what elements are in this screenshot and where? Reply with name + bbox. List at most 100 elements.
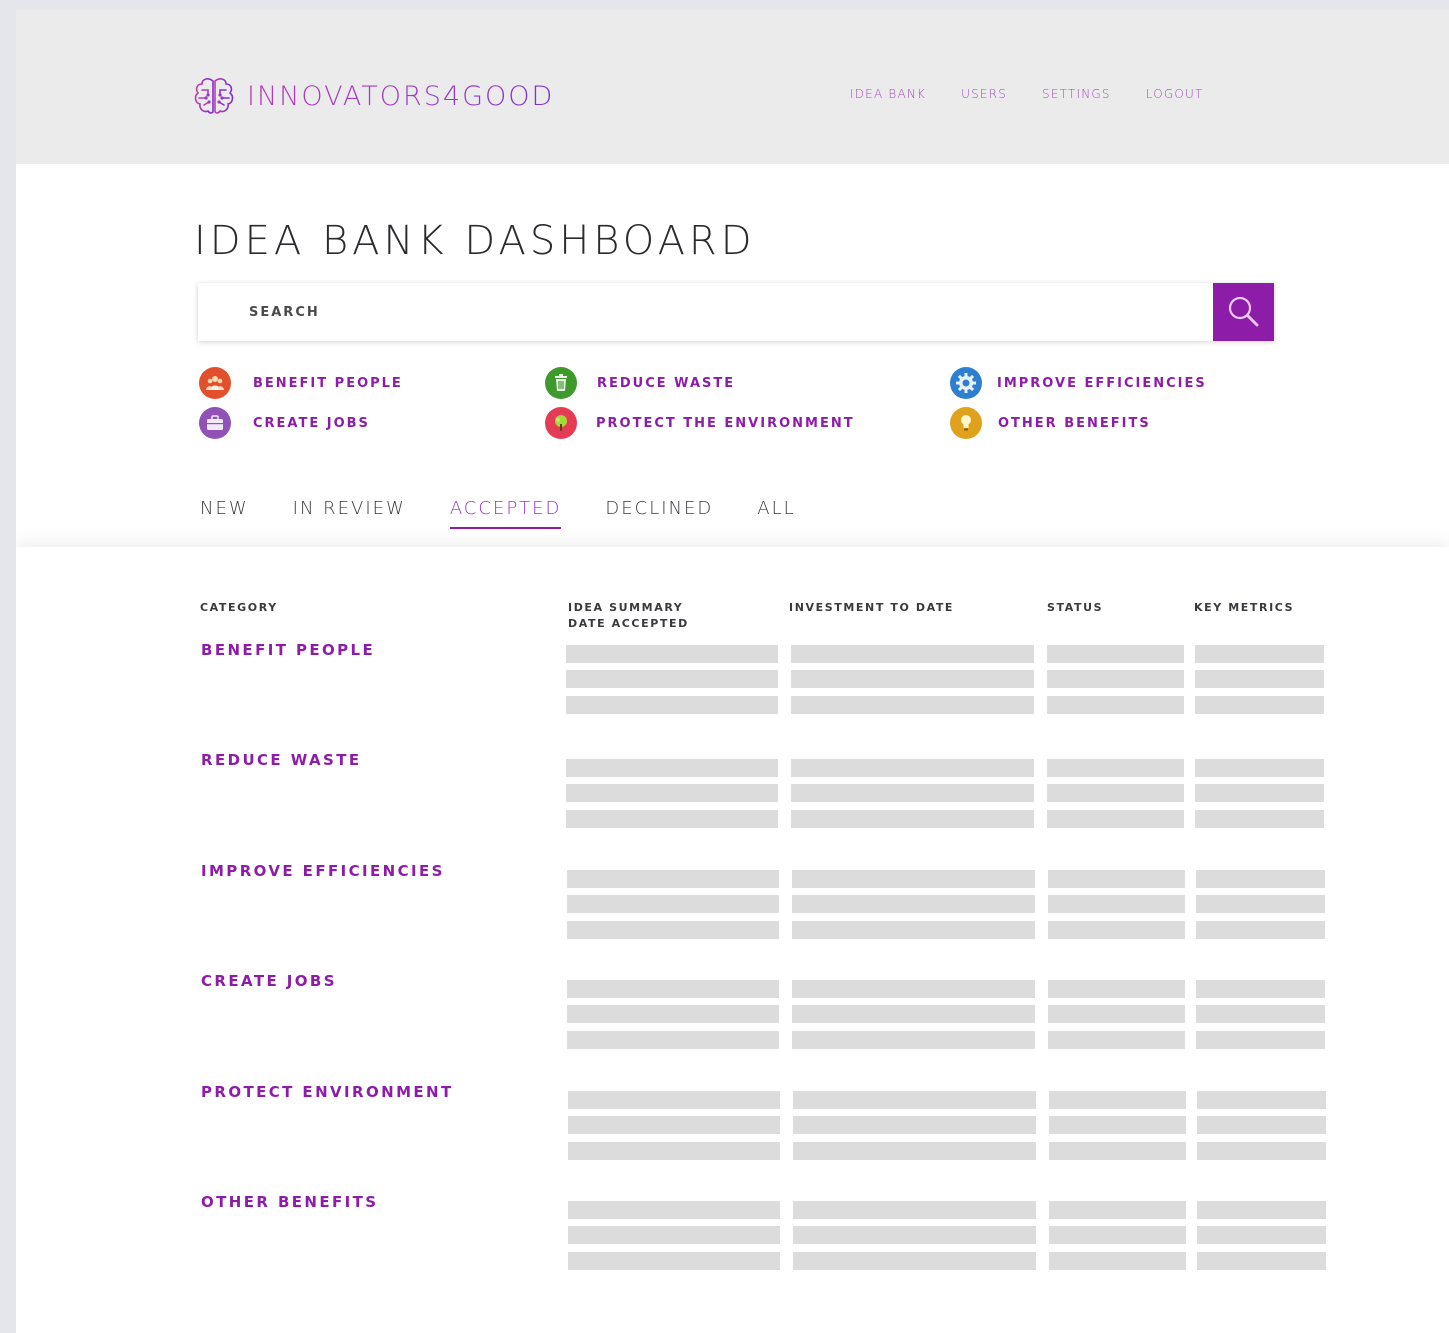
placeholder-cell bbox=[566, 784, 778, 803]
filter-other-benefits[interactable]: OTHER BENEFITS bbox=[950, 407, 1151, 439]
category-label-improve-efficiencies[interactable]: IMPROVE EFFICIENCIES bbox=[201, 862, 445, 880]
placeholder-cell bbox=[791, 810, 1034, 829]
placeholder-cell bbox=[792, 1005, 1035, 1024]
tab-in-review[interactable]: IN REVIEW bbox=[293, 498, 406, 529]
legend-label-other-benefits: OTHER BENEFITS bbox=[998, 415, 1151, 431]
placeholder-cell bbox=[1195, 759, 1324, 778]
placeholder-cell bbox=[1197, 1252, 1326, 1270]
placeholder-cell bbox=[793, 1252, 1036, 1270]
placeholder-cell bbox=[568, 1115, 780, 1134]
brand-logo[interactable]: INNOVATORS4GOOD bbox=[193, 76, 554, 116]
nav-users[interactable]: USERS bbox=[961, 87, 1007, 101]
placeholder-cell bbox=[1197, 1226, 1326, 1244]
placeholder-cell bbox=[1047, 784, 1184, 803]
nav-idea-bank[interactable]: IDEA BANK bbox=[850, 87, 926, 101]
placeholder-cell bbox=[567, 980, 779, 999]
legend-label-protect-environment: PROTECT THE ENVIRONMENT bbox=[596, 415, 855, 431]
brain-icon bbox=[194, 78, 234, 114]
tree-icon bbox=[545, 407, 577, 439]
tab-new[interactable]: NEW bbox=[200, 498, 249, 529]
lightbulb-icon bbox=[950, 407, 982, 439]
column-header-idea-summary-line1: IDEA SUMMARY bbox=[568, 601, 684, 614]
placeholder-cell bbox=[1197, 1141, 1326, 1160]
filter-benefit-people[interactable]: BENEFIT PEOPLE bbox=[199, 367, 403, 399]
nav-logout[interactable]: LOGOUT bbox=[1146, 87, 1204, 101]
top-nav: IDEA BANK USERS SETTINGS LOGOUT bbox=[850, 87, 1239, 101]
gear-icon bbox=[950, 367, 982, 399]
column-header-date-accepted: DATE ACCEPTED bbox=[568, 617, 689, 630]
placeholder-cell bbox=[1048, 869, 1185, 888]
filter-create-jobs[interactable]: CREATE JOBS bbox=[199, 407, 370, 439]
search-bar bbox=[198, 283, 1274, 341]
category-label-benefit-people[interactable]: BENEFIT PEOPLE bbox=[201, 641, 375, 659]
app-frame: INNOVATORS4GOOD IDEA BANK USERS SETTINGS… bbox=[16, 10, 1449, 1333]
placeholder-cell bbox=[1196, 894, 1325, 913]
placeholder-cell bbox=[1048, 920, 1185, 939]
category-label-reduce-waste[interactable]: REDUCE WASTE bbox=[201, 751, 361, 769]
tab-accepted[interactable]: ACCEPTED bbox=[449, 498, 562, 529]
placeholder-cell bbox=[1047, 759, 1184, 778]
placeholder-cell bbox=[1195, 810, 1324, 829]
placeholder-cell bbox=[1048, 1031, 1185, 1050]
placeholder-cell bbox=[566, 759, 778, 778]
search-button[interactable] bbox=[1213, 283, 1274, 341]
status-tabs: NEW IN REVIEW ACCEPTED DECLINED ALL bbox=[200, 498, 840, 529]
placeholder-cell bbox=[567, 1005, 779, 1024]
tab-all[interactable]: ALL bbox=[757, 498, 795, 529]
placeholder-cell bbox=[1196, 869, 1325, 888]
filter-reduce-waste[interactable]: REDUCE WASTE bbox=[545, 367, 735, 399]
placeholder-cell bbox=[1047, 696, 1184, 714]
placeholder-cell bbox=[1195, 696, 1324, 714]
category-label-create-jobs[interactable]: CREATE JOBS bbox=[201, 972, 337, 990]
top-header: INNOVATORS4GOOD IDEA BANK USERS SETTINGS… bbox=[16, 10, 1449, 164]
column-header-investment: INVESTMENT TO DATE bbox=[789, 601, 955, 614]
placeholder-cell bbox=[792, 920, 1035, 939]
filter-protect-environment[interactable]: PROTECT THE ENVIRONMENT bbox=[545, 407, 855, 439]
page-title: IDEA BANK DASHBOARD bbox=[194, 218, 756, 264]
placeholder-cell bbox=[1047, 645, 1184, 663]
placeholder-cell bbox=[1048, 894, 1185, 913]
column-header-category: CATEGORY bbox=[200, 601, 278, 614]
placeholder-cell bbox=[1195, 784, 1324, 803]
placeholder-cell bbox=[567, 920, 779, 939]
ideas-table: CATEGORY IDEA SUMMARY DATE ACCEPTED INVE… bbox=[16, 547, 1449, 1333]
placeholder-cell bbox=[1049, 1252, 1186, 1270]
placeholder-cell bbox=[567, 869, 779, 888]
legend-label-create-jobs: CREATE JOBS bbox=[253, 415, 370, 431]
placeholder-cell bbox=[793, 1141, 1036, 1160]
placeholder-cell bbox=[791, 645, 1034, 663]
column-header-key-metrics: KEY METRICS bbox=[1194, 601, 1295, 614]
search-icon bbox=[1228, 296, 1258, 327]
placeholder-cell bbox=[568, 1201, 780, 1219]
nav-settings[interactable]: SETTINGS bbox=[1042, 87, 1111, 101]
tab-declined[interactable]: DECLINED bbox=[605, 498, 713, 529]
placeholder-cell bbox=[1196, 1031, 1325, 1050]
placeholder-cell bbox=[793, 1090, 1036, 1109]
placeholder-cell bbox=[566, 645, 778, 663]
placeholder-cell bbox=[1049, 1141, 1186, 1160]
category-label-other-benefits[interactable]: OTHER BENEFITS bbox=[201, 1193, 379, 1211]
placeholder-cell bbox=[566, 670, 778, 688]
placeholder-cell bbox=[1049, 1090, 1186, 1109]
people-icon bbox=[199, 367, 231, 399]
placeholder-cell bbox=[1195, 670, 1324, 688]
legend-label-improve-efficiencies: IMPROVE EFFICIENCIES bbox=[997, 375, 1207, 391]
placeholder-cell bbox=[566, 810, 778, 829]
placeholder-cell bbox=[792, 894, 1035, 913]
placeholder-cell bbox=[1196, 1005, 1325, 1024]
placeholder-cell bbox=[1049, 1226, 1186, 1244]
placeholder-cell bbox=[792, 980, 1035, 999]
search-input[interactable] bbox=[198, 283, 1213, 341]
placeholder-cell bbox=[793, 1226, 1036, 1244]
placeholder-cell bbox=[1197, 1090, 1326, 1109]
column-header-idea-summary: IDEA SUMMARY DATE ACCEPTED bbox=[568, 600, 689, 632]
category-label-protect-environment[interactable]: PROTECT ENVIRONMENT bbox=[201, 1083, 454, 1101]
placeholder-cell bbox=[568, 1226, 780, 1244]
filter-improve-efficiencies[interactable]: IMPROVE EFFICIENCIES bbox=[950, 367, 1207, 399]
placeholder-cell bbox=[1197, 1201, 1326, 1219]
placeholder-cell bbox=[791, 784, 1034, 803]
placeholder-cell bbox=[568, 1252, 780, 1270]
briefcase-icon bbox=[199, 407, 231, 439]
column-header-status: STATUS bbox=[1047, 601, 1104, 614]
placeholder-cell bbox=[567, 1031, 779, 1050]
